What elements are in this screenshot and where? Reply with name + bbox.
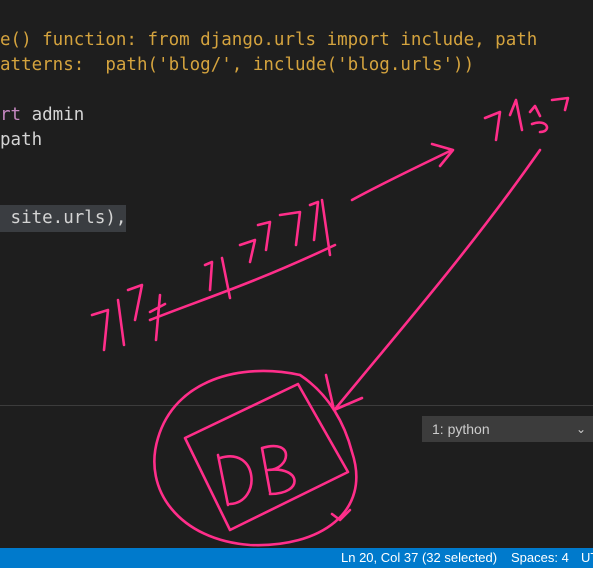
- chevron-down-icon: ⌄: [575, 422, 586, 436]
- status-encoding[interactable]: UT: [581, 548, 593, 568]
- terminal-select-value: 1: python: [432, 421, 490, 437]
- code-line-path: path: [0, 130, 43, 150]
- code-editor[interactable]: e() function: from django.urls import in…: [0, 0, 593, 405]
- code-text: admin: [21, 105, 85, 125]
- code-line-selected: site.urls),: [0, 205, 127, 232]
- code-line-comment-1: e() function: from django.urls import in…: [0, 30, 538, 50]
- terminal-select-dropdown[interactable]: 1: python ⌄: [422, 416, 593, 442]
- code-line-import-admin: rt admin: [0, 103, 84, 128]
- code-line-comment-2: atterns: path('blog/', include('blog.url…: [0, 55, 475, 75]
- status-bar: Ln 20, Col 37 (32 selected) Spaces: 4 UT: [0, 548, 593, 568]
- status-cursor-position[interactable]: Ln 20, Col 37 (32 selected): [341, 548, 497, 568]
- status-indentation[interactable]: Spaces: 4: [511, 548, 569, 568]
- keyword-fragment: rt: [0, 105, 22, 125]
